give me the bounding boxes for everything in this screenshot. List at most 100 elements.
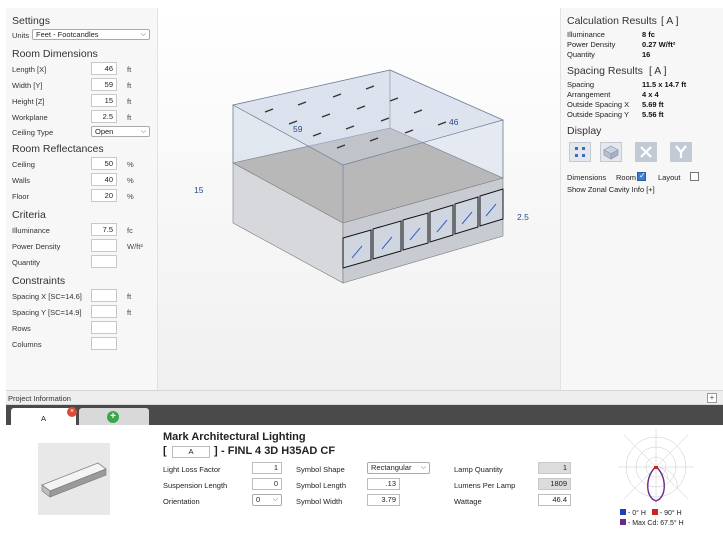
view-x-button[interactable] xyxy=(635,142,657,162)
fixture-manufacturer: Mark Architectural Lighting xyxy=(163,431,306,443)
length-label: Length [X] xyxy=(12,65,47,74)
length-unit: ft xyxy=(127,65,132,74)
view-3d-button[interactable] xyxy=(600,142,622,162)
symbol-shape-select[interactable]: Rectangular ⌵ xyxy=(367,462,430,474)
units-select[interactable]: Feet - Footcandles ⌵ xyxy=(32,29,150,40)
zonal-cavity-link[interactable]: Show Zonal Cavity Info [+] xyxy=(567,185,655,194)
calculation-results-tag: [ A ] xyxy=(661,15,679,27)
chevron-down-icon: ⌵ xyxy=(272,496,278,503)
fixture-catalog: - FINL 4 3D H35AD CF xyxy=(221,445,336,457)
height-input[interactable]: 15 xyxy=(91,94,117,107)
light-loss-factor-input[interactable]: 1 xyxy=(252,462,282,474)
walls-reflectance-label: Walls xyxy=(12,176,31,185)
left-settings-panel: Settings Units Feet - Footcandles ⌵ Room… xyxy=(6,8,158,390)
arrangement-label: Arrangement xyxy=(567,90,611,99)
height-unit: ft xyxy=(127,97,132,106)
zero-h-swatch xyxy=(620,509,626,515)
spacing-label: Spacing xyxy=(567,80,595,89)
tab-a-label: A xyxy=(41,414,47,423)
room-3d-drawing: 59 46 15 2.5 xyxy=(194,69,529,284)
symbol-shape-label: Symbol Shape xyxy=(296,465,345,474)
chevron-down-icon: ⌵ xyxy=(140,31,146,38)
spacing-x-unit: ft xyxy=(127,292,132,301)
quantity-label: Quantity xyxy=(12,258,40,267)
ceiling-type-value: Open xyxy=(95,127,114,136)
columns-label: Columns xyxy=(12,340,42,349)
result-quantity-value: 16 xyxy=(642,50,651,59)
arrangement-value: 4 x 4 xyxy=(642,90,659,99)
spacing-y-unit: ft xyxy=(127,308,132,317)
room-dimensions-heading: Room Dimensions xyxy=(12,48,98,60)
result-quantity-label: Quantity xyxy=(567,50,595,59)
fixture-bracket-close: ] xyxy=(214,445,218,457)
constraints-heading: Constraints xyxy=(12,275,66,287)
outside-spacing-x-label: Outside Spacing X xyxy=(567,100,630,109)
result-power-density-value: 0.27 W/ft² xyxy=(642,40,676,49)
dimensions-label: Dimensions xyxy=(567,173,607,182)
length-input[interactable]: 46 xyxy=(91,62,117,75)
lamp-quantity-label: Lamp Quantity xyxy=(454,465,503,474)
outside-spacing-x-value: 5.69 ft xyxy=(642,100,664,109)
outside-spacing-y-value: 5.56 ft xyxy=(642,110,664,119)
symbol-length-label: Symbol Length xyxy=(296,481,347,490)
walls-reflectance-unit: % xyxy=(127,176,134,185)
cube-icon xyxy=(603,145,619,160)
ceiling-type-select[interactable]: Open ⌵ xyxy=(91,126,150,137)
workplane-unit: ft xyxy=(127,113,132,122)
workplane-input[interactable]: 2.5 xyxy=(91,110,117,123)
criteria-heading: Criteria xyxy=(12,209,46,221)
expand-icon[interactable]: + xyxy=(707,393,717,403)
illuminance-label: Illuminance xyxy=(12,226,50,235)
outside-spacing-y-label: Outside Spacing Y xyxy=(567,110,629,119)
rows-input[interactable] xyxy=(91,321,117,334)
spacing-y-input[interactable] xyxy=(91,305,117,318)
columns-input[interactable] xyxy=(91,337,117,350)
floor-reflectance-input[interactable]: 20 xyxy=(91,189,117,202)
spacing-y-label: Spacing Y [SC=14.9] xyxy=(12,308,82,317)
width-input[interactable]: 59 xyxy=(91,78,117,91)
width-unit: ft xyxy=(127,81,132,90)
layout-toggle-label: Layout xyxy=(658,173,681,182)
view-top-button[interactable] xyxy=(569,142,591,162)
project-information-bar[interactable]: Project Information + xyxy=(6,390,723,405)
max-cd-swatch xyxy=(620,519,626,525)
power-density-label: Power Density xyxy=(12,242,61,251)
orientation-select[interactable]: 0 ⌵ xyxy=(252,494,282,506)
fixture-tabs-strip: A × + xyxy=(6,405,723,427)
units-label: Units xyxy=(12,31,30,40)
symbol-width-input[interactable]: 3.79 xyxy=(367,494,400,506)
view-y-button[interactable] xyxy=(670,142,692,162)
fixture-type-input[interactable]: A xyxy=(172,446,210,458)
rows-label: Rows xyxy=(12,324,31,333)
illuminance-unit: fc xyxy=(127,226,133,235)
symbol-shape-value: Rectangular xyxy=(371,463,412,472)
spacing-x-input[interactable] xyxy=(91,289,117,302)
walls-reflectance-input[interactable]: 40 xyxy=(91,173,117,186)
y-axis-icon xyxy=(675,145,687,158)
power-density-input[interactable] xyxy=(91,239,117,252)
layout-checkbox[interactable] xyxy=(690,172,699,181)
grid-dots-icon xyxy=(575,147,585,157)
width-label: Width [Y] xyxy=(12,81,43,90)
height-label: Height [Z] xyxy=(12,97,45,106)
lumens-per-lamp-label: Lumens Per Lamp xyxy=(454,481,516,490)
plus-icon: + xyxy=(107,411,119,423)
result-power-density-label: Power Density xyxy=(567,40,616,49)
quantity-input[interactable] xyxy=(91,255,117,268)
legend-ninety-h: - 90° H xyxy=(659,510,682,517)
illuminance-input[interactable]: 7.5 xyxy=(91,223,117,236)
symbol-length-input[interactable]: .13 xyxy=(367,478,400,490)
result-illuminance-label: Illuminance xyxy=(567,30,605,39)
fixture-thumbnail xyxy=(38,443,110,515)
room-checkbox[interactable] xyxy=(637,171,646,181)
ceiling-reflectance-input[interactable]: 50 xyxy=(91,157,117,170)
settings-heading: Settings xyxy=(12,15,50,27)
room-toggle-label: Room xyxy=(616,173,637,182)
wattage-label: Wattage xyxy=(454,497,482,506)
suspension-length-input[interactable]: 0 xyxy=(252,478,282,490)
wattage-input[interactable]: 46.4 xyxy=(538,494,571,506)
close-tab-icon[interactable]: × xyxy=(67,407,77,417)
ceiling-reflectance-unit: % xyxy=(127,160,134,169)
room-3d-view[interactable]: 59 46 15 2.5 xyxy=(158,8,560,390)
workplane-label: Workplane xyxy=(12,113,48,122)
